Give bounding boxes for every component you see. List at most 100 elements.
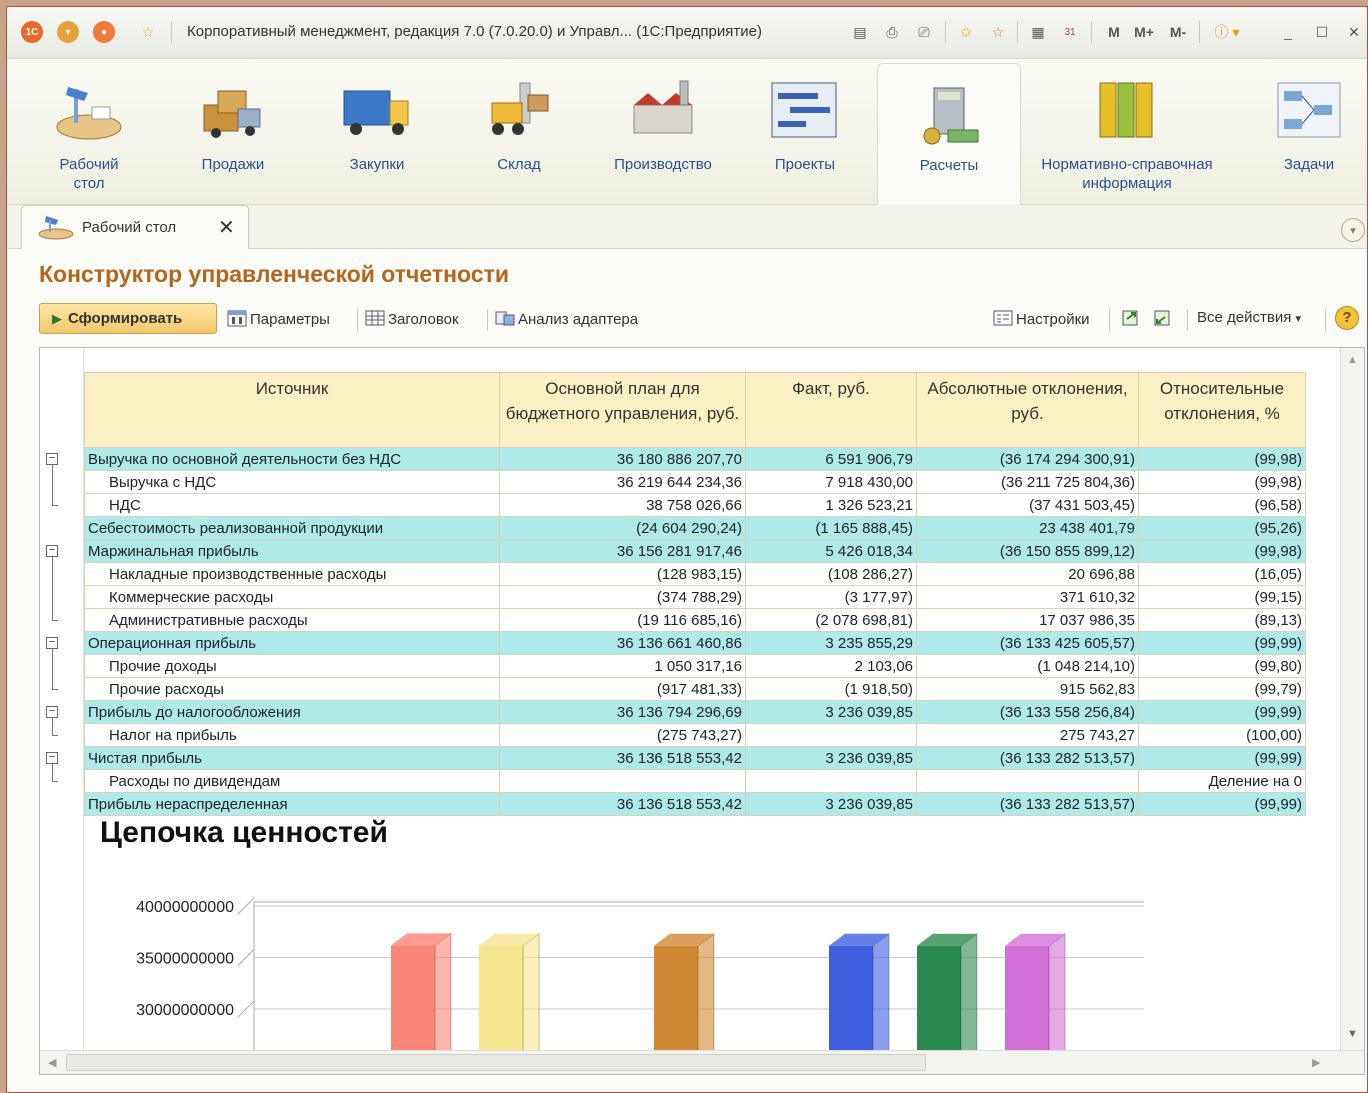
fact-cell: 5 426 018,34 <box>745 539 917 563</box>
all-actions-menu[interactable]: Все действия ▾ <box>1197 309 1301 326</box>
section-sales[interactable]: Продажи <box>173 59 293 205</box>
scroll-left-icon[interactable]: ◀ <box>48 1056 56 1069</box>
minimize-icon[interactable]: _ <box>1277 20 1299 44</box>
row-name-cell: Выручка с НДС <box>84 470 500 494</box>
table-row[interactable]: Операционная прибыль 36 136 661 460,86 3 2… <box>84 631 1306 655</box>
bar-side <box>1048 932 1066 1052</box>
bar-side <box>434 932 452 1052</box>
favorites-icon[interactable]: ☆ <box>137 20 159 44</box>
plan-cell: (128 983,15) <box>499 562 746 586</box>
save-icon[interactable]: ▤ <box>849 20 871 44</box>
divider <box>1091 21 1092 43</box>
column-header-source: Источник <box>84 372 500 448</box>
rel-deviation-cell: (16,05) <box>1138 562 1306 586</box>
header-button[interactable]: Заголовок <box>365 309 459 328</box>
section-reference-info[interactable]: Нормативно-справочная информация <box>1027 59 1227 205</box>
rel-deviation-cell: (99,79) <box>1138 677 1306 701</box>
adapter-analysis-button[interactable]: Анализ адаптера <box>495 309 638 328</box>
table-row[interactable]: Прочие доходы 1 050 317,16 2 103,06 (1 048 … <box>84 654 1306 678</box>
calculator-icon <box>923 87 979 145</box>
row-name-cell: Расходы по дивидендам <box>84 769 500 793</box>
favorites-list-icon[interactable]: ☆ <box>987 20 1009 44</box>
abs-deviation-cell: 915 562,83 <box>916 677 1139 701</box>
scroll-up-icon[interactable]: ▲ <box>1347 354 1358 366</box>
table-row[interactable]: Налог на прибыль (275 743,27) 275 743,27 (1… <box>84 723 1306 747</box>
chevron-down-icon[interactable]: ▾ <box>1341 218 1365 242</box>
group-line <box>52 648 53 689</box>
scroll-down-icon[interactable]: ▼ <box>1347 1028 1358 1040</box>
report-document[interactable]: − − − − − Источник Основной план для бюджетн… <box>39 347 1365 1075</box>
fact-cell: (1 918,50) <box>745 677 917 701</box>
table-row[interactable]: Прибыль до налогообложения 36 136 794 296… <box>84 700 1306 724</box>
fact-cell: (108 286,27) <box>745 562 917 586</box>
fact-cell <box>745 769 917 793</box>
fact-cell <box>745 723 917 747</box>
table-row[interactable]: НДС 38 758 026,66 1 326 523,21 (37 431 503,… <box>84 493 1306 517</box>
desk-icon <box>38 216 74 240</box>
vertical-scrollbar[interactable]: ▲ ▼ <box>1340 348 1364 1052</box>
collapse-group-icon[interactable]: − <box>46 452 58 465</box>
bar-side <box>522 932 540 1052</box>
table-row[interactable]: Расходы по дивидендам Деление на 0 <box>84 769 1306 793</box>
help-button[interactable]: ? <box>1335 306 1359 330</box>
app-logo-icon[interactable]: 1С <box>21 21 43 43</box>
add-favorite-icon[interactable]: ✩ <box>955 20 977 44</box>
memory-m-button[interactable]: M <box>1103 20 1125 44</box>
calendar-icon[interactable]: 31 <box>1059 20 1081 44</box>
fact-cell: 3 236 039,85 <box>745 792 917 816</box>
generate-button[interactable]: ▶ Сформировать <box>39 303 217 334</box>
memory-minus-button[interactable]: M- <box>1163 20 1193 44</box>
print-icon[interactable]: ⎙ <box>881 20 903 44</box>
collapse-group-icon[interactable]: − <box>46 751 58 764</box>
table-row[interactable]: Маржинальная прибыль 36 156 281 917,46 5 4… <box>84 539 1306 563</box>
app-window: 1С ▾ ● ☆ Корпоративный менеджмент, редак… <box>6 6 1368 1093</box>
collapse-group-icon[interactable]: − <box>46 705 58 718</box>
play-icon: ▶ <box>52 310 62 326</box>
section-tasks[interactable]: Задачи <box>1253 59 1365 205</box>
table-row[interactable]: Чистая прибыль 36 136 518 553,42 3 236 039… <box>84 746 1306 770</box>
import-button[interactable] <box>1151 309 1174 328</box>
forward-icon[interactable]: ● <box>93 21 115 43</box>
plan-cell: (19 116 685,16) <box>499 608 746 632</box>
table-row[interactable]: Коммерческие расходы (374 788,29) (3 177,9… <box>84 585 1306 609</box>
section-desktop[interactable]: Рабочий стол <box>29 59 149 205</box>
table-row[interactable]: Прибыль нераспределенная 36 136 518 553,4… <box>84 792 1306 816</box>
axis-3d-edge <box>237 1000 255 1018</box>
collapse-group-icon[interactable]: − <box>46 636 58 649</box>
close-tab-icon[interactable]: ✕ <box>218 215 235 240</box>
back-icon[interactable]: ▾ <box>57 21 79 43</box>
table-row[interactable]: Себестоимость реализованной продукции (24… <box>84 516 1306 540</box>
row-name-cell: Налог на прибыль <box>84 723 500 747</box>
close-icon[interactable]: ✕ <box>1343 20 1365 44</box>
bar <box>1005 945 1049 1052</box>
section-projects[interactable]: Проекты <box>745 59 865 205</box>
collapse-group-icon[interactable]: − <box>46 544 58 557</box>
calculator-small-icon[interactable]: ▦ <box>1027 20 1049 44</box>
table-row[interactable]: Выручка по основной деятельности без НДС… <box>84 447 1306 471</box>
horizontal-scrollbar[interactable]: ◀ ▶ <box>40 1050 1364 1074</box>
bar <box>654 945 698 1052</box>
settings-button[interactable]: Настройки <box>993 309 1090 328</box>
table-row[interactable]: Административные расходы (19 116 685,16)(… <box>84 608 1306 632</box>
tab-desktop[interactable]: Рабочий стол ✕ <box>21 205 249 249</box>
section-warehouse[interactable]: Склад <box>459 59 579 205</box>
scroll-right-icon[interactable]: ▶ <box>1312 1056 1320 1069</box>
memory-plus-button[interactable]: M+ <box>1129 20 1159 44</box>
table-row[interactable]: Выручка с НДС 36 219 644 234,36 7 918 430,… <box>84 470 1306 494</box>
section-purchases[interactable]: Закупки <box>317 59 437 205</box>
gantt-icon <box>771 82 837 138</box>
y-tick-label: 40000000000 <box>136 899 234 916</box>
parameters-button[interactable]: Параметры <box>227 309 330 328</box>
info-icon[interactable]: ⓘ ▾ <box>1207 20 1247 44</box>
section-production[interactable]: Производство <box>591 59 735 205</box>
fact-cell: 3 235 855,29 <box>745 631 917 655</box>
maximize-icon[interactable]: ☐ <box>1311 20 1333 44</box>
preview-icon[interactable]: ⎚ <box>913 20 935 44</box>
table-row[interactable]: Прочие расходы (917 481,33) (1 918,50) 915 … <box>84 677 1306 701</box>
abs-deviation-cell: (36 211 725 804,36) <box>916 470 1139 494</box>
scroll-thumb[interactable] <box>66 1054 926 1071</box>
table-row[interactable]: Накладные производственные расходы (128 9… <box>84 562 1306 586</box>
section-calculations[interactable]: Расчеты <box>877 63 1021 205</box>
divider <box>1199 21 1200 43</box>
export-button[interactable] <box>1121 309 1144 328</box>
